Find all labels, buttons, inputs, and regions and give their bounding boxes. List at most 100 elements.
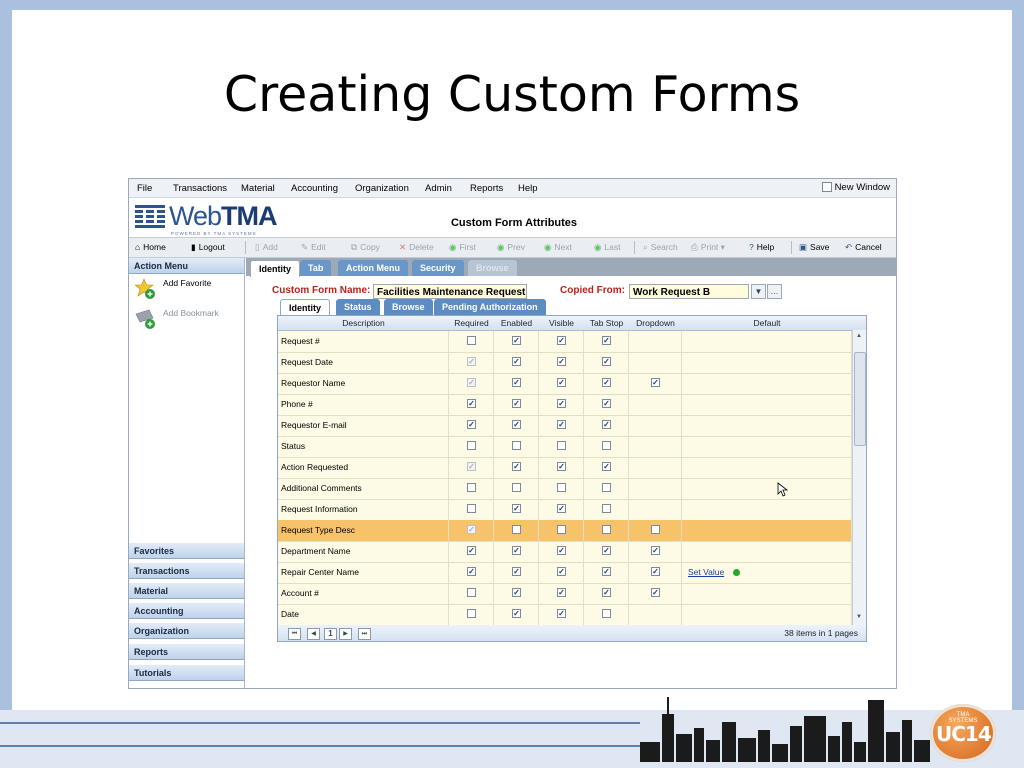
- tab-identity[interactable]: Identity: [250, 260, 301, 277]
- enabled-checkbox[interactable]: ✓: [512, 567, 521, 576]
- visible-checkbox[interactable]: ✓: [557, 336, 566, 345]
- enabled-checkbox[interactable]: ✓: [512, 546, 521, 555]
- table-row[interactable]: Request Information ✓ ✓: [278, 499, 852, 521]
- enabled-checkbox[interactable]: [512, 483, 521, 492]
- visible-checkbox[interactable]: ✓: [557, 462, 566, 471]
- menu-material[interactable]: Material: [241, 183, 275, 194]
- required-checkbox[interactable]: ✓: [467, 462, 476, 471]
- delete-button[interactable]: ✕ Delete: [399, 242, 434, 253]
- table-row[interactable]: Request Type Desc ✓: [278, 520, 852, 542]
- dropdown-checkbox[interactable]: ✓: [651, 546, 660, 555]
- last-button[interactable]: ◉ Last: [594, 242, 621, 253]
- inner-tab-pending-authorization[interactable]: Pending Authorization: [434, 299, 546, 315]
- enabled-checkbox[interactable]: ✓: [512, 378, 521, 387]
- column-header-default[interactable]: Default: [682, 318, 852, 328]
- visible-checkbox[interactable]: ✓: [557, 504, 566, 513]
- visible-checkbox[interactable]: [557, 525, 566, 534]
- pager-first-icon[interactable]: ⏮: [288, 628, 301, 640]
- enabled-checkbox[interactable]: ✓: [512, 336, 521, 345]
- scroll-down-icon[interactable]: ▼: [856, 614, 862, 620]
- visible-checkbox[interactable]: ✓: [557, 399, 566, 408]
- pager-prev-icon[interactable]: ◀: [307, 628, 320, 640]
- required-checkbox[interactable]: [467, 483, 476, 492]
- pager-page-number[interactable]: 1: [324, 628, 337, 640]
- tab-stop-checkbox[interactable]: ✓: [602, 546, 611, 555]
- search-button[interactable]: ⌕ Search: [643, 242, 678, 253]
- required-checkbox[interactable]: ✓: [467, 567, 476, 576]
- set-value-link[interactable]: Set Value: [688, 562, 724, 583]
- logout-button[interactable]: ▮ Logout: [191, 242, 225, 253]
- menu-file[interactable]: File: [137, 183, 152, 194]
- pager-last-icon[interactable]: ⏭: [358, 628, 371, 640]
- enabled-checkbox[interactable]: ✓: [512, 504, 521, 513]
- inner-tab-identity[interactable]: Identity: [280, 299, 331, 316]
- dropdown-checkbox[interactable]: ✓: [651, 588, 660, 597]
- column-header-tab-stop[interactable]: Tab Stop: [584, 318, 629, 328]
- dropdown-checkbox[interactable]: ✓: [651, 378, 660, 387]
- visible-checkbox[interactable]: [557, 441, 566, 450]
- save-button[interactable]: ▣ Save: [799, 242, 829, 253]
- copy-button[interactable]: ⧉ Copy: [351, 242, 380, 253]
- column-header-visible[interactable]: Visible: [539, 318, 584, 328]
- edit-button[interactable]: ✎ Edit: [301, 242, 326, 253]
- tab-browse[interactable]: Browse: [468, 260, 517, 276]
- table-row[interactable]: Date ✓ ✓: [278, 604, 852, 626]
- visible-checkbox[interactable]: ✓: [557, 588, 566, 597]
- print-button[interactable]: ⎙ Print ▾: [691, 242, 728, 253]
- sidebar-section-accounting[interactable]: Accounting: [129, 603, 244, 619]
- tab-stop-checkbox[interactable]: ✓: [602, 588, 611, 597]
- enabled-checkbox[interactable]: ✓: [512, 588, 521, 597]
- required-checkbox[interactable]: [467, 588, 476, 597]
- required-checkbox[interactable]: [467, 609, 476, 618]
- column-header-description[interactable]: Description: [278, 318, 449, 328]
- scroll-up-icon[interactable]: ▲: [856, 333, 862, 339]
- required-checkbox[interactable]: ✓: [467, 357, 476, 366]
- sidebar-section-favorites[interactable]: Favorites: [129, 543, 244, 559]
- menu-admin[interactable]: Admin: [425, 183, 452, 194]
- tab-stop-checkbox[interactable]: ✓: [602, 378, 611, 387]
- enabled-checkbox[interactable]: ✓: [512, 462, 521, 471]
- required-checkbox[interactable]: [467, 336, 476, 345]
- tab-stop-checkbox[interactable]: [602, 609, 611, 618]
- column-header-dropdown[interactable]: Dropdown: [629, 318, 682, 328]
- required-checkbox[interactable]: ✓: [467, 420, 476, 429]
- column-header-required[interactable]: Required: [449, 318, 494, 328]
- required-checkbox[interactable]: [467, 504, 476, 513]
- tab-tab[interactable]: Tab: [300, 260, 332, 276]
- table-row[interactable]: Account # ✓ ✓ ✓ ✓: [278, 583, 852, 605]
- required-checkbox[interactable]: ✓: [467, 546, 476, 555]
- dropdown-checkbox[interactable]: ✓: [651, 567, 660, 576]
- home-button[interactable]: ⌂ Home: [135, 242, 166, 252]
- tab-action-menu[interactable]: Action Menu: [338, 260, 408, 276]
- sidebar-section-tutorials[interactable]: Tutorials: [129, 665, 244, 681]
- tab-stop-checkbox[interactable]: [602, 483, 611, 492]
- menu-accounting[interactable]: Accounting: [291, 183, 338, 194]
- visible-checkbox[interactable]: ✓: [557, 378, 566, 387]
- menu-organization[interactable]: Organization: [355, 183, 409, 194]
- visible-checkbox[interactable]: ✓: [557, 609, 566, 618]
- table-row[interactable]: Phone # ✓ ✓ ✓ ✓: [278, 394, 852, 416]
- tab-stop-checkbox[interactable]: ✓: [602, 357, 611, 366]
- sidebar-section-transactions[interactable]: Transactions: [129, 563, 244, 579]
- sidebar-action-menu-header[interactable]: Action Menu: [129, 258, 244, 274]
- table-row[interactable]: Request Date ✓ ✓ ✓ ✓: [278, 352, 852, 374]
- menu-help[interactable]: Help: [518, 183, 538, 194]
- required-checkbox[interactable]: ✓: [467, 378, 476, 387]
- tab-security[interactable]: Security: [412, 260, 464, 276]
- custom-form-name-input[interactable]: Facilities Maintenance Request: [373, 284, 527, 299]
- visible-checkbox[interactable]: [557, 483, 566, 492]
- enabled-checkbox[interactable]: [512, 441, 521, 450]
- inner-tab-status[interactable]: Status: [336, 299, 380, 315]
- tab-stop-checkbox[interactable]: ✓: [602, 462, 611, 471]
- table-row[interactable]: Requestor Name ✓ ✓ ✓ ✓ ✓: [278, 373, 852, 395]
- enabled-checkbox[interactable]: ✓: [512, 399, 521, 408]
- sidebar-section-reports[interactable]: Reports: [129, 644, 244, 660]
- next-button[interactable]: ◉ Next: [544, 242, 572, 253]
- table-row[interactable]: Status: [278, 436, 852, 458]
- sidebar-section-material[interactable]: Material: [129, 583, 244, 599]
- table-row[interactable]: Requestor E-mail ✓ ✓ ✓ ✓: [278, 415, 852, 437]
- menu-transactions[interactable]: Transactions: [173, 183, 227, 194]
- table-row[interactable]: Repair Center Name ✓ ✓ ✓ ✓ ✓ Set Value: [278, 562, 852, 584]
- inner-tab-browse[interactable]: Browse: [384, 299, 433, 315]
- menu-reports[interactable]: Reports: [470, 183, 503, 194]
